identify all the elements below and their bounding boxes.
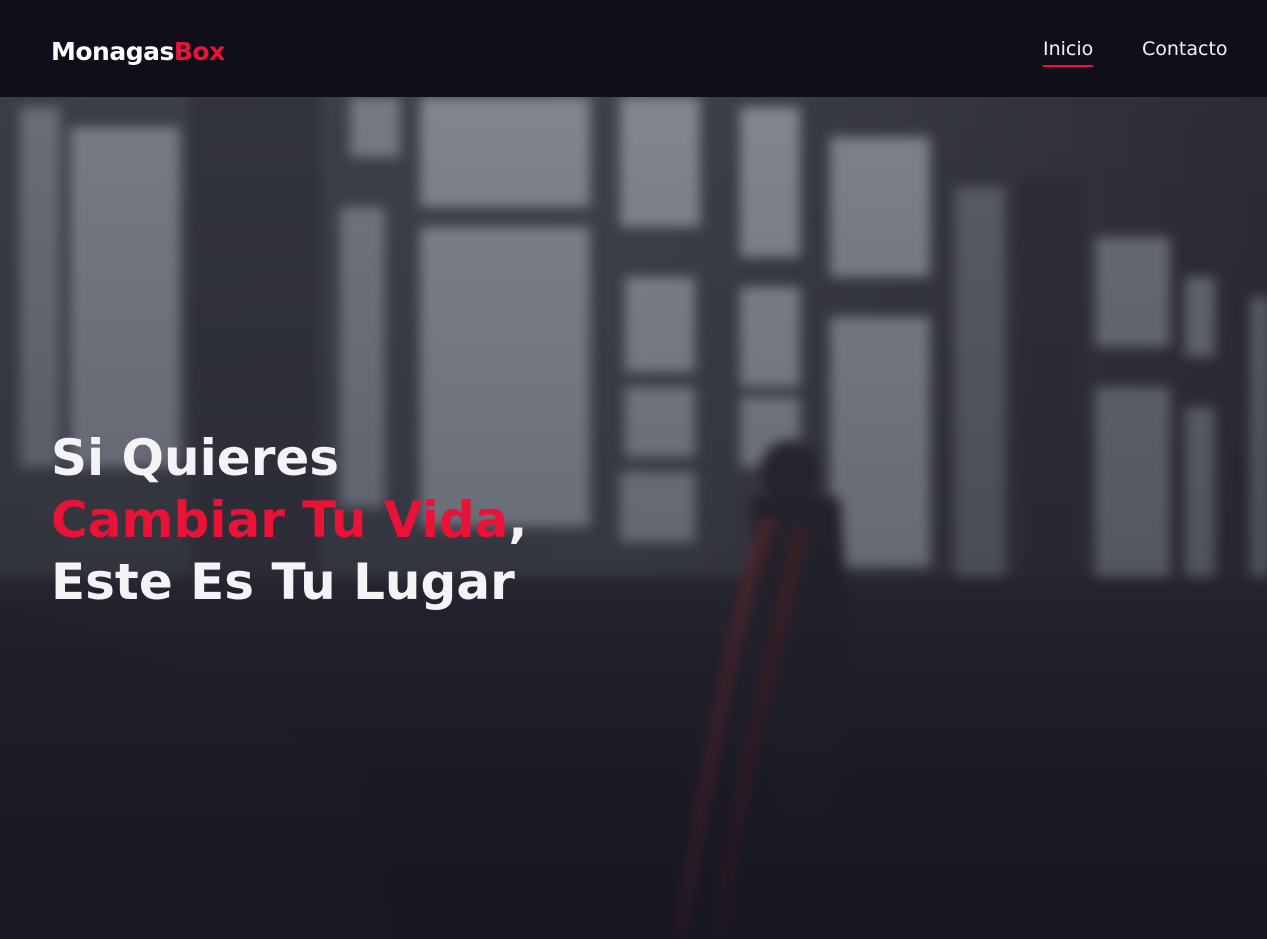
hero-headline: Si Quieres Cambiar Tu Vida, Este Es Tu L…	[51, 427, 527, 613]
nav-link-contacto[interactable]: Contacto	[1142, 36, 1228, 62]
brand-name-accent: Box	[173, 37, 225, 66]
brand-name-main: Monagas	[51, 37, 174, 66]
headline-line-1: Si Quieres	[51, 429, 340, 487]
headline-line-3: Este Es Tu Lugar	[51, 553, 515, 611]
headline-line-2: Cambiar Tu Vida,	[51, 489, 527, 551]
nav-link-inicio[interactable]: Inicio	[1043, 36, 1094, 67]
headline-comma: ,	[508, 491, 528, 549]
brand-logo[interactable]: MonagasBox	[51, 34, 225, 70]
hero-section: Si Quieres Cambiar Tu Vida, Este Es Tu L…	[0, 97, 1267, 939]
navbar: MonagasBox Inicio Contacto	[0, 0, 1267, 97]
headline-highlight: Cambiar Tu Vida	[51, 491, 509, 549]
